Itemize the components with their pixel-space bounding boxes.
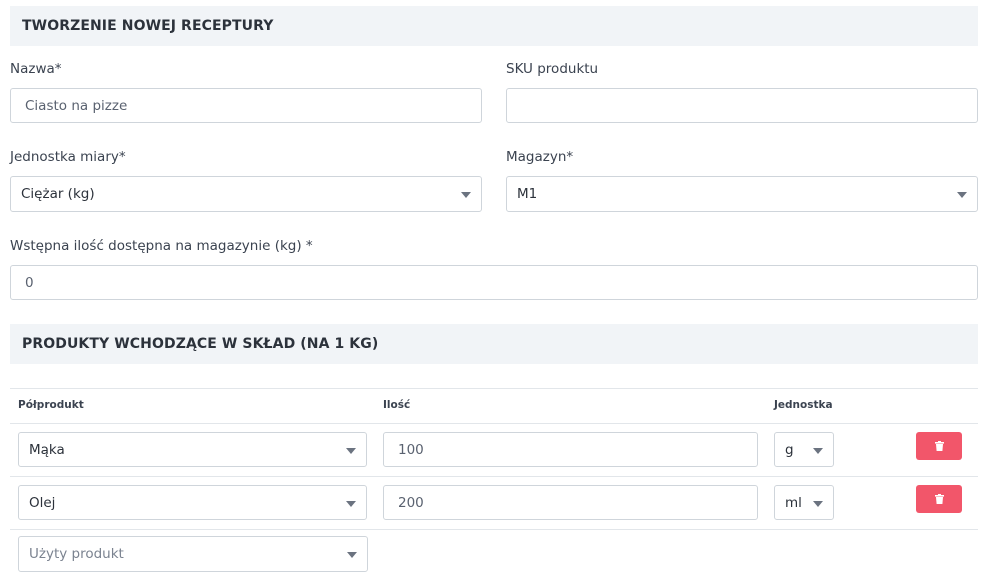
row-quantity-value: 100 xyxy=(398,441,424,458)
delete-row-button[interactable] xyxy=(916,485,962,513)
chevron-down-icon xyxy=(346,500,356,507)
initial-qty-label: Wstępna ilość dostępna na magazynie (kg)… xyxy=(10,238,313,254)
ingredients-title-text: PRODUKTY WCHODZĄCE W SKŁAD (NA 1 KG) xyxy=(22,336,379,352)
chevron-down-icon xyxy=(346,447,356,454)
row-quantity-value: 200 xyxy=(398,494,424,511)
unit-label: Jednostka miary* xyxy=(10,149,126,165)
name-input[interactable]: Ciasto na pizze xyxy=(10,88,482,123)
trash-icon xyxy=(934,441,944,451)
unit-select-value: Ciężar (kg) xyxy=(21,186,95,202)
form-title: TWORZENIE NOWEJ RECEPTURY xyxy=(10,6,978,46)
chevron-down-icon xyxy=(461,192,471,198)
ingredients-title: PRODUKTY WCHODZĄCE W SKŁAD (NA 1 KG) xyxy=(10,324,978,364)
warehouse-select[interactable]: M1 xyxy=(506,176,978,212)
trash-icon xyxy=(934,494,944,504)
warehouse-select-value: M1 xyxy=(517,186,538,202)
row-divider xyxy=(10,476,978,477)
column-header-product: Półprodukt xyxy=(18,399,84,411)
row-unit-select[interactable]: ml xyxy=(774,485,834,520)
row-unit-select[interactable]: g xyxy=(774,432,834,467)
initial-qty-value: 0 xyxy=(25,274,34,291)
new-product-select[interactable]: Użyty produkt xyxy=(18,536,368,572)
column-header-quantity: Ilość xyxy=(383,399,411,411)
unit-select[interactable]: Ciężar (kg) xyxy=(10,176,482,212)
column-header-unit: Jednostka xyxy=(774,399,833,411)
chevron-down-icon xyxy=(813,447,823,454)
row-unit-value: g xyxy=(785,441,794,458)
row-product-select[interactable]: Mąka xyxy=(18,432,367,467)
chevron-down-icon xyxy=(813,500,823,507)
table-top-divider xyxy=(10,388,978,389)
row-unit-value: ml xyxy=(785,494,802,511)
sku-label: SKU produktu xyxy=(506,61,599,77)
name-label: Nazwa* xyxy=(10,61,62,77)
chevron-down-icon xyxy=(347,552,357,558)
row-product-value: Mąka xyxy=(29,441,65,458)
chevron-down-icon xyxy=(957,192,967,198)
warehouse-label: Magazyn* xyxy=(506,149,574,165)
form-title-text: TWORZENIE NOWEJ RECEPTURY xyxy=(22,18,274,34)
row-product-value: Olej xyxy=(29,494,56,511)
initial-qty-input[interactable]: 0 xyxy=(10,265,978,300)
row-divider xyxy=(10,529,978,530)
row-product-select[interactable]: Olej xyxy=(18,485,367,520)
sku-input[interactable] xyxy=(506,88,978,123)
new-product-placeholder: Użyty produkt xyxy=(29,546,124,562)
row-quantity-input[interactable]: 200 xyxy=(383,485,758,520)
table-header-divider xyxy=(10,423,978,424)
name-input-value: Ciasto na pizze xyxy=(25,97,128,114)
row-quantity-input[interactable]: 100 xyxy=(383,432,758,467)
delete-row-button[interactable] xyxy=(916,432,962,460)
